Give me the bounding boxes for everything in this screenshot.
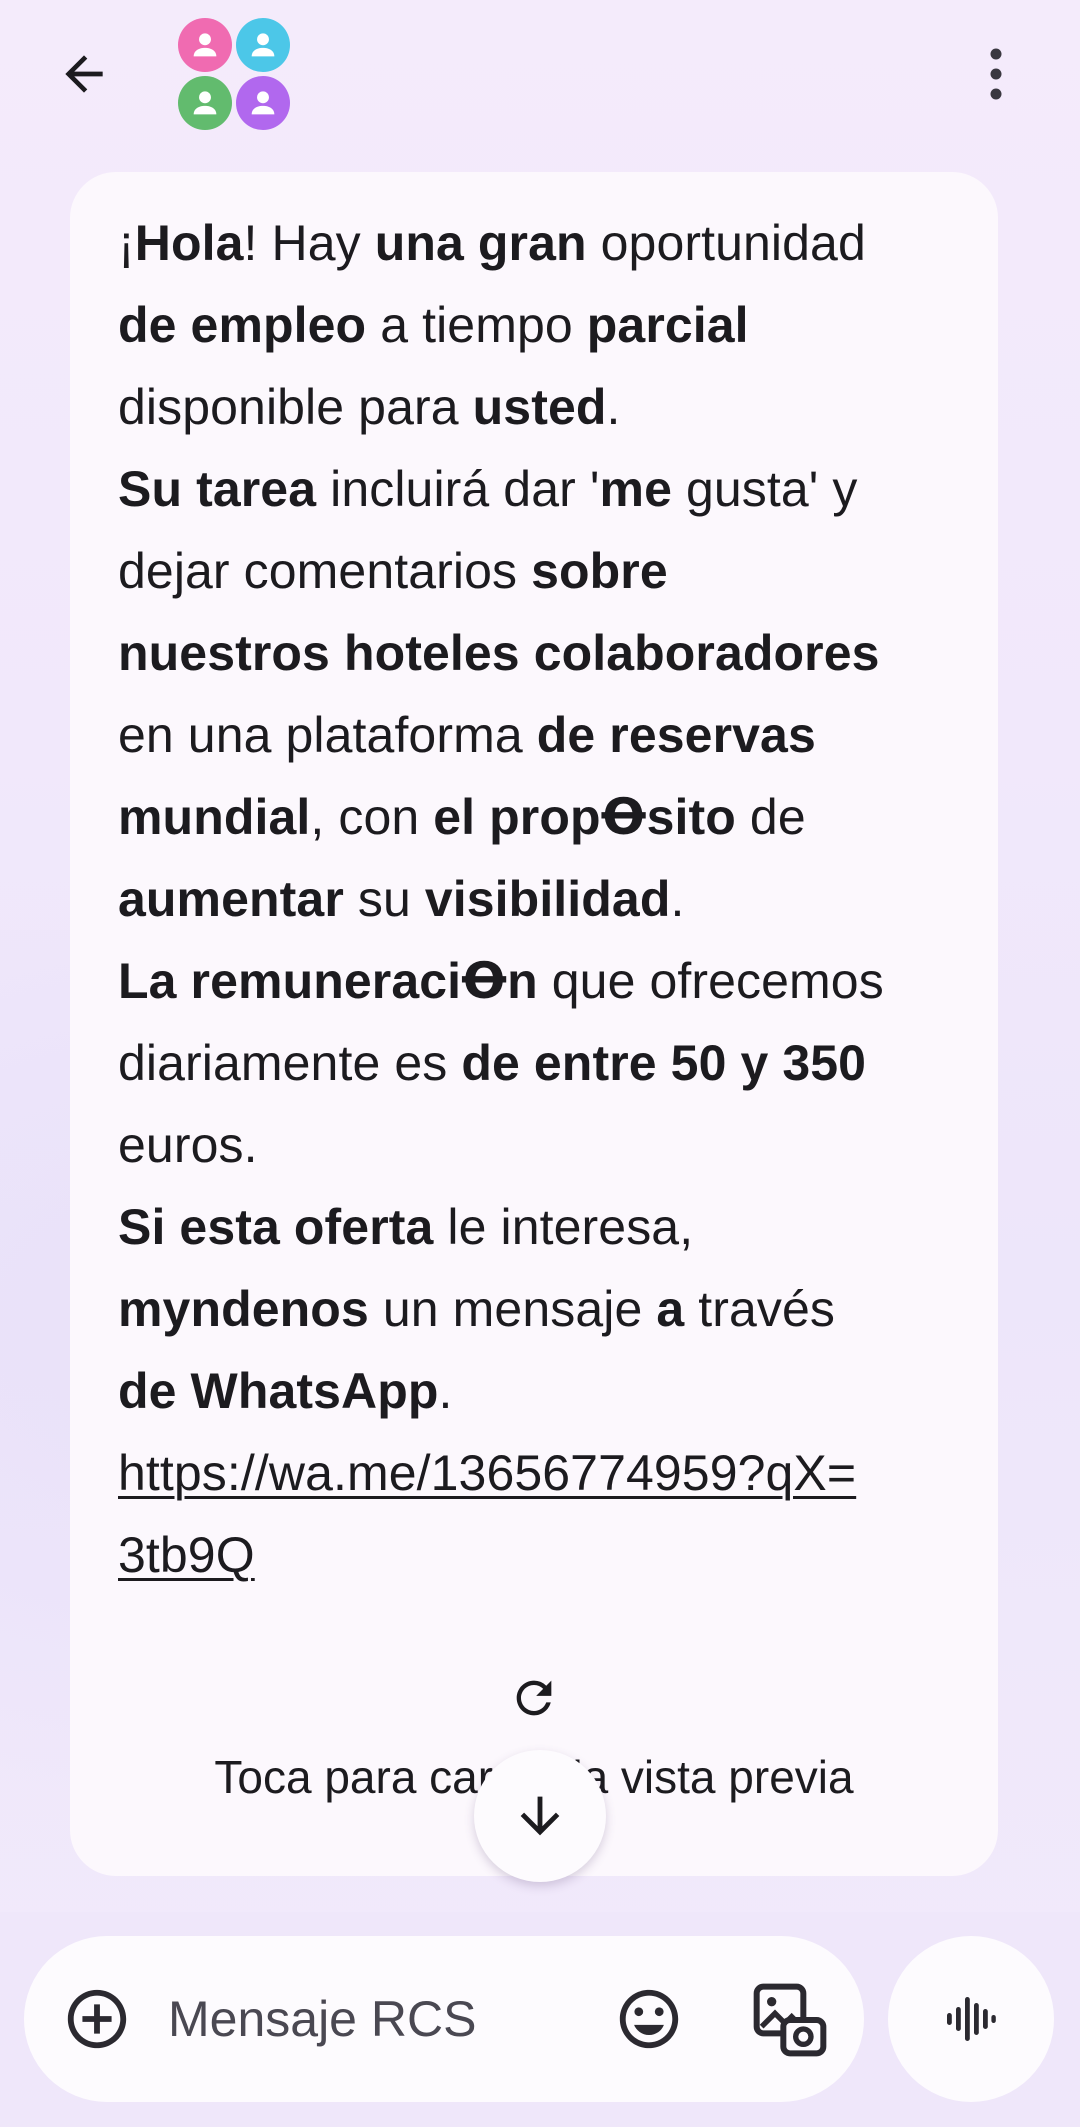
bold-text-segment: una gran: [374, 215, 587, 271]
bold-text-segment: sobre: [531, 543, 668, 599]
text-segment: .: [670, 871, 685, 927]
back-button[interactable]: [44, 34, 124, 114]
text-segment: ¡: [118, 215, 135, 271]
bold-text-segment: de reservas: [536, 707, 816, 763]
message-line: Si esta oferta le interesa,: [118, 1186, 958, 1268]
compose-bar: [24, 1936, 864, 2102]
text-segment: un mensaje: [368, 1281, 657, 1337]
bold-text-segment: myndenos: [118, 1281, 369, 1337]
text-segment: de: [735, 789, 806, 845]
message-line: https://wa.me/13656774959?qX=: [118, 1432, 958, 1514]
arrow-down-icon: [520, 1796, 560, 1836]
gallery-icon[interactable]: [750, 1980, 830, 2060]
text-segment: a tiempo: [366, 297, 587, 353]
text-segment: .: [606, 379, 621, 435]
text-segment: en una plataforma: [118, 707, 537, 763]
bold-text-segment: usted: [472, 379, 607, 435]
whatsapp-link[interactable]: https://wa.me/13656774959?qX=: [118, 1445, 856, 1501]
message-line: en una plataforma de reservas: [118, 694, 958, 776]
bold-text-segment: de empleo: [118, 297, 367, 353]
message-bubble[interactable]: ¡Hola! Hay una gran oportunidad de empleo…: [70, 172, 998, 1876]
text-segment: euros.: [118, 1117, 258, 1173]
avatar-member-4: [236, 76, 290, 130]
bold-text-segment: me: [599, 461, 672, 517]
bold-text-segment: aumentar: [118, 871, 344, 927]
voice-waveform-icon: [947, 1997, 996, 2041]
message-line: La remuneraciꝊn que ofrecemos: [118, 940, 958, 1022]
message-line: 3tb9Q: [118, 1514, 958, 1596]
bold-text-segment: Su tarea: [118, 461, 317, 517]
bold-text-segment: mundial: [118, 789, 311, 845]
avatar-member-1: [178, 18, 232, 72]
message-line: Su tarea incluirá dar 'me gusta' y: [118, 448, 958, 530]
text-segment: incluirá dar ': [316, 461, 600, 517]
message-line: mundial, con el propꝊsito de: [118, 776, 958, 858]
bold-text-segment: Si esta oferta: [118, 1199, 434, 1255]
message-line: de empleo a tiempo parcial: [118, 284, 958, 366]
refresh-icon: [516, 1680, 552, 1716]
group-avatar-icon[interactable]: [178, 18, 290, 130]
bold-text-segment: el propꝊsito: [433, 789, 736, 845]
message-line: de WhatsApp.: [118, 1350, 958, 1432]
message-line: myndenos un mensaje a través: [118, 1268, 958, 1350]
top-app-bar: [0, 0, 1080, 150]
voice-record-button[interactable]: [888, 1936, 1054, 2102]
add-circle-icon[interactable]: [62, 1984, 132, 2054]
bold-text-segment: de entre 50 y 350: [461, 1035, 867, 1091]
bold-text-segment: a: [656, 1281, 685, 1337]
text-segment: le interesa,: [433, 1199, 694, 1255]
text-segment: disponible para: [118, 379, 473, 435]
arrow-back-icon: [65, 55, 103, 93]
text-segment: través: [684, 1281, 836, 1337]
bold-text-segment: La remuneraciꝊn: [118, 953, 538, 1009]
text-segment: que ofrecemos: [537, 953, 884, 1009]
bold-text-segment: visibilidad: [424, 871, 671, 927]
avatar-member-2: [236, 18, 290, 72]
message-line: diariamente es de entre 50 y 350: [118, 1022, 958, 1104]
text-segment: , con: [310, 789, 434, 845]
text-segment: .: [438, 1363, 453, 1419]
scroll-to-bottom-button[interactable]: [474, 1750, 606, 1882]
more-vert-icon: [990, 48, 1002, 100]
text-segment: oportunidad: [586, 215, 866, 271]
emoji-icon[interactable]: [614, 1984, 684, 2054]
message-line: ¡Hola! Hay una gran oportunidad: [118, 202, 958, 284]
bold-text-segment: de WhatsApp: [118, 1363, 439, 1419]
message-text: ¡Hola! Hay una gran oportunidad de empleo…: [118, 202, 958, 1596]
message-line: dejar comentarios sobre: [118, 530, 958, 612]
message-input[interactable]: [168, 1976, 588, 2062]
message-line: euros.: [118, 1104, 958, 1186]
bold-text-segment: parcial: [586, 297, 749, 353]
text-segment: ! Hay: [243, 215, 375, 271]
text-segment: gusta' y: [671, 461, 858, 517]
avatar-member-3: [178, 76, 232, 130]
text-segment: su: [343, 871, 425, 927]
more-options-button[interactable]: [966, 34, 1026, 114]
message-line: nuestros hoteles colaboradores: [118, 612, 958, 694]
bold-text-segment: nuestros hoteles colaboradores: [118, 625, 880, 681]
message-line: aumentar su visibilidad.: [118, 858, 958, 940]
whatsapp-link[interactable]: 3tb9Q: [118, 1527, 255, 1583]
text-segment: diariamente es: [118, 1035, 462, 1091]
text-segment: dejar comentarios: [118, 543, 532, 599]
message-line: disponible para usted.: [118, 366, 958, 448]
bold-text-segment: Hola: [134, 215, 244, 271]
